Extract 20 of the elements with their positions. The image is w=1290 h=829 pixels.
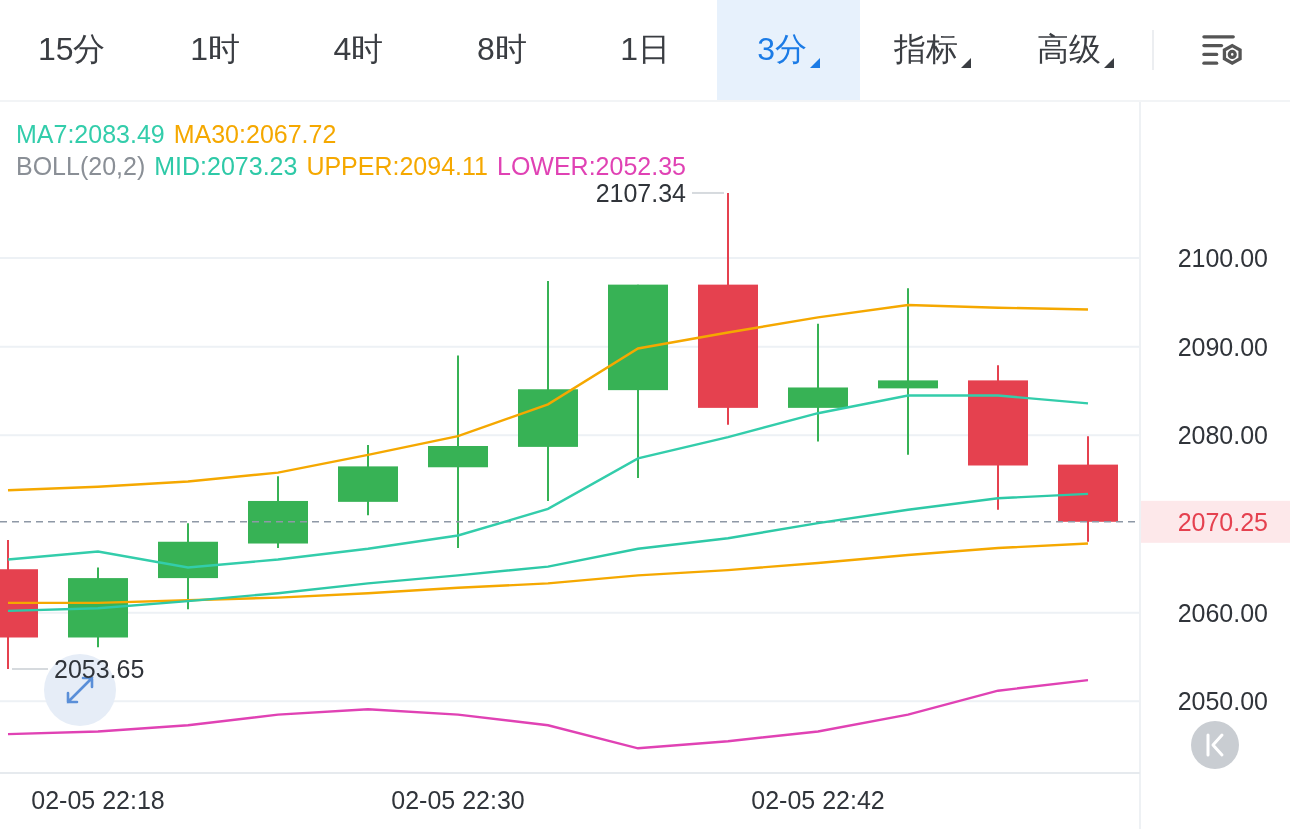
ref-line-label: 2070.25 [1177,507,1268,536]
indicator-value: MA7:2083.49 [16,119,165,150]
axis-label: 2060.00 [1177,598,1268,627]
settings-icon [1202,32,1243,68]
price-tag: 2070.25 [1141,500,1290,543]
axis-label: 2080.00 [1177,421,1268,450]
indicator-value: MA30:2067.72 [173,119,337,150]
leader-line [691,191,725,194]
leader-line [11,667,49,670]
axis-label: 2090.00 [1177,332,1268,361]
indicator-label: BOLL(20,2) [16,151,146,182]
indicator-value: MID:2073.23 [154,151,298,182]
axis-label: 2050.00 [1177,687,1268,716]
axis-label: 02-05 22:18 [31,786,165,814]
timeframe-tab[interactable]: 3分 [716,0,861,100]
low-price-label: 2053.65 [54,654,145,683]
axis-label: 02-05 22:42 [751,786,885,814]
indicator-value: UPPER:2094.11 [306,151,488,182]
axis-label: 02-05 22:30 [391,786,525,814]
axis-label: 2100.00 [1177,244,1268,273]
